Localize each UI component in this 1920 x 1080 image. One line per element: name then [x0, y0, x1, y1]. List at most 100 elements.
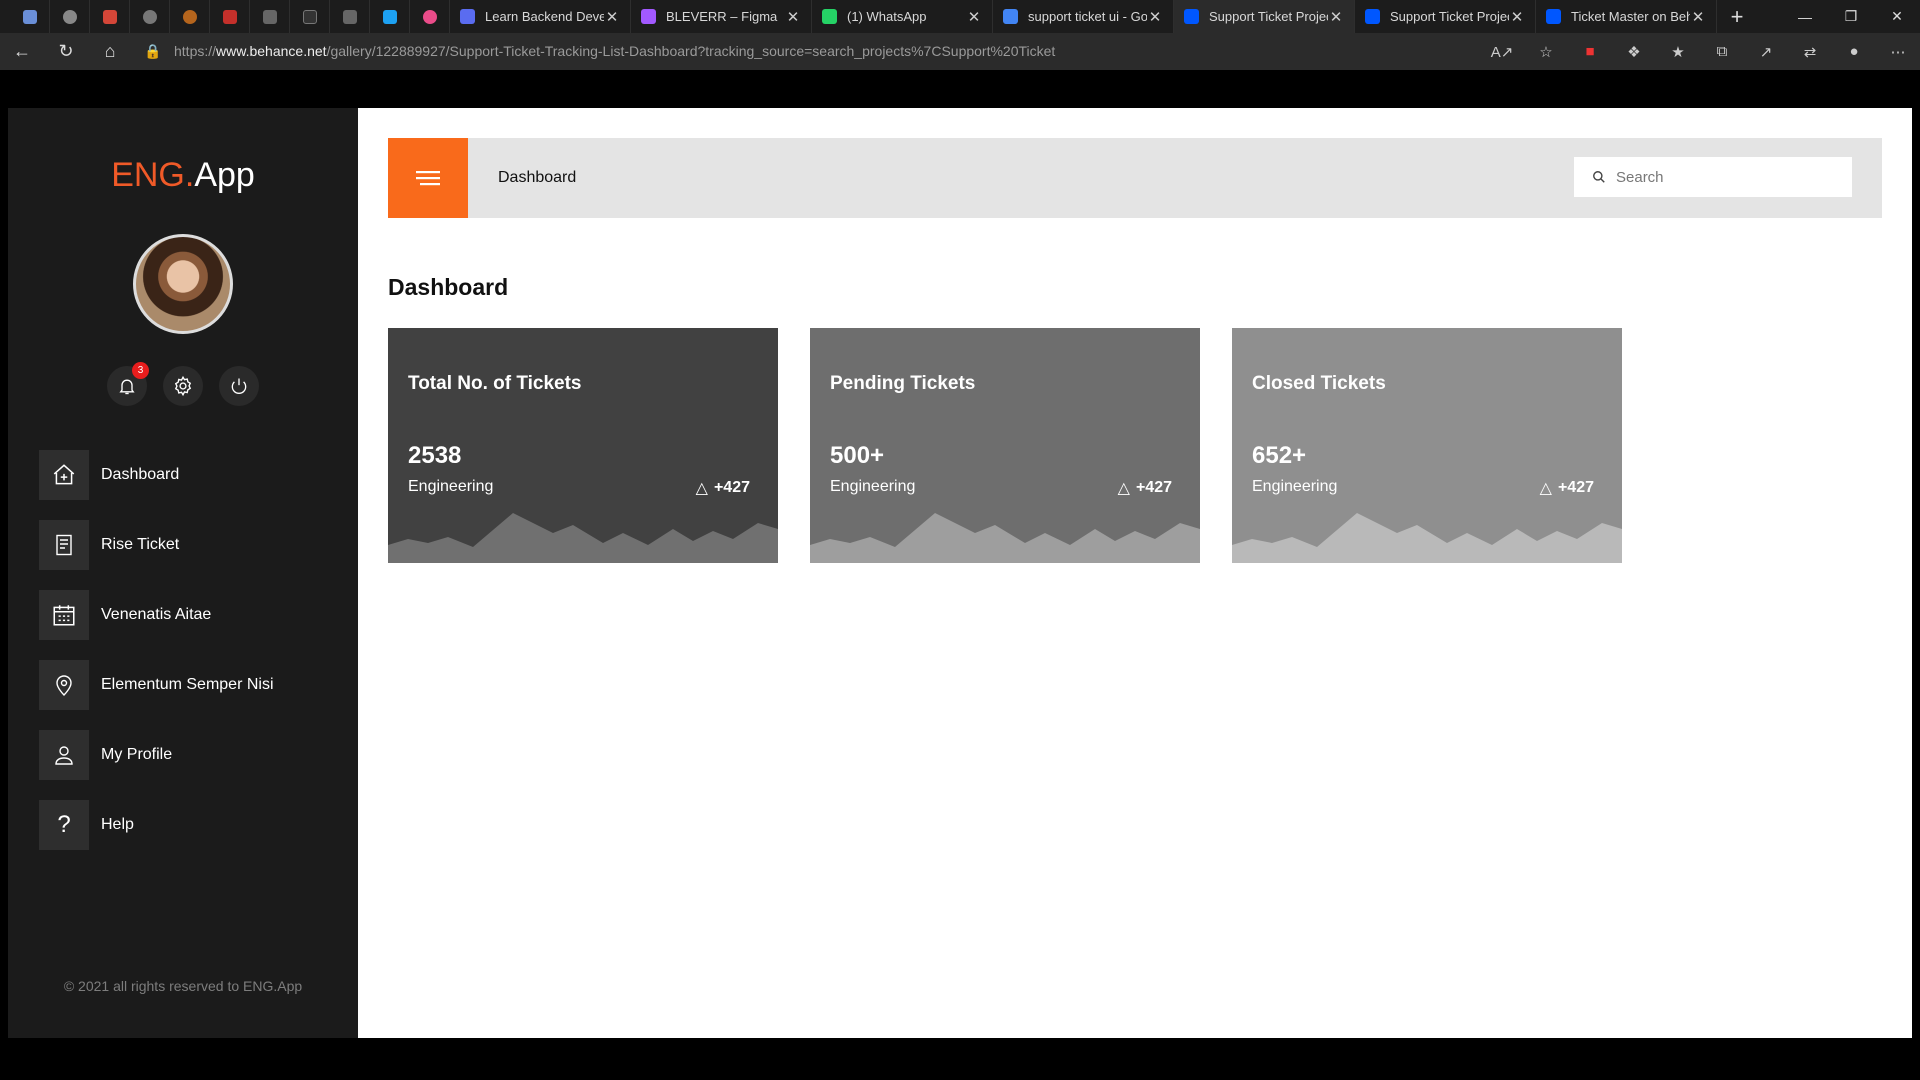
close-tab-icon[interactable]: ✕ [1509, 8, 1525, 26]
notification-button[interactable]: 3 [107, 362, 149, 406]
logo-prefix: ENG. [111, 156, 195, 194]
tab-strip: Learn Backend Develo ✕ BLEVERR – Figma ✕ (1)… [450, 0, 1717, 33]
card-value: 2538 [408, 442, 462, 469]
address-bar-row: ← ↻ ⌂ 🔒 https://www.behance.net/gallery/… [0, 33, 1920, 70]
browser-tab[interactable]: Ticket Master on Beh ✕ [1536, 0, 1717, 33]
copyright-text: © 2021 all rights reserved to ENG.App [63, 978, 303, 994]
browser-tab[interactable]: (1) WhatsApp ✕ [812, 0, 993, 33]
sidebar-item-elementum-semper-nisi[interactable]: Elementum Semper Nisi [39, 660, 274, 710]
pinned-tab[interactable] [410, 0, 450, 33]
sidebar-item-venenatis-aitae[interactable]: Venenatis Aitae [39, 590, 274, 640]
url-field[interactable]: 🔒 https://www.behance.net/gallery/122889… [144, 37, 1544, 65]
sidebar: ENG.App 3 Dashboard Rise Ticket Venenati… [8, 108, 358, 1038]
stat-card-closed-tickets[interactable]: Closed Tickets 652+ Engineering △ +427 [1232, 328, 1622, 563]
tab-title: Ticket Master on Beh [1571, 9, 1690, 24]
close-tab-icon[interactable]: ✕ [1147, 8, 1163, 26]
home-icon [39, 450, 89, 500]
pinned-tab[interactable] [210, 0, 250, 33]
sparkline-wave [810, 513, 1200, 563]
card-title: Pending Tickets [830, 373, 976, 394]
close-tab-icon[interactable]: ✕ [1690, 8, 1706, 26]
read-aloud-icon[interactable]: A↗ [1480, 43, 1524, 61]
header-title: Dashboard [498, 169, 577, 186]
browser-tab[interactable]: support ticket ui - Go ✕ [993, 0, 1174, 33]
triangle-up-icon: △ [695, 480, 708, 497]
restore-button[interactable]: ❐ [1828, 0, 1874, 33]
tab-title: (1) WhatsApp [847, 9, 927, 24]
browser-toolbar: A↗ ☆ ■ ❖ ★ ⧉ ↗ ⇄ ● ⋯ [1480, 33, 1920, 70]
browser-tab[interactable]: Learn Backend Develo ✕ [450, 0, 631, 33]
back-button[interactable]: ← [0, 33, 44, 70]
home-button[interactable]: ⌂ [88, 33, 132, 70]
pinned-tab[interactable] [10, 0, 50, 33]
bell-icon [119, 379, 135, 395]
card-subtitle: Engineering [408, 478, 494, 495]
window-controls: — ❐ ✕ [1782, 0, 1920, 33]
pinned-tab[interactable] [90, 0, 130, 33]
pinned-tab[interactable] [250, 0, 290, 33]
settings-button[interactable] [163, 366, 203, 406]
close-tab-icon[interactable]: ✕ [785, 8, 801, 26]
pinned-tab[interactable] [330, 0, 370, 33]
favicon-icon [822, 9, 837, 24]
sidebar-item-label: Rise Ticket [101, 536, 180, 553]
card-value: 500+ [830, 442, 885, 469]
location-icon [39, 660, 89, 710]
favicon-icon [1546, 9, 1561, 24]
extension-icon[interactable]: ■ [1568, 43, 1612, 60]
stat-card-pending-tickets[interactable]: Pending Tickets 500+ Engineering △ +427 [810, 328, 1200, 563]
close-tab-icon[interactable]: ✕ [604, 8, 620, 26]
browser-tab[interactable]: Support Ticket Projec ✕ [1174, 0, 1355, 33]
calendar-icon [39, 590, 89, 640]
logout-button[interactable] [219, 366, 259, 406]
app-logo[interactable]: ENG.App [8, 156, 358, 195]
search-input[interactable] [1616, 168, 1836, 186]
gear-icon [174, 375, 192, 397]
pinned-tab[interactable] [50, 0, 90, 33]
sidebar-item-my-profile[interactable]: My Profile [39, 730, 274, 780]
new-tab-button[interactable]: + [1717, 4, 1757, 30]
more-menu-icon[interactable]: ⋯ [1876, 43, 1920, 61]
triangle-up-icon: △ [1539, 480, 1552, 497]
close-window-button[interactable]: ✕ [1874, 0, 1920, 33]
sidebar-item-help[interactable]: ? Help [39, 800, 274, 850]
card-value: 652+ [1252, 442, 1307, 469]
sparkline-wave [1232, 513, 1622, 563]
favicon-icon [1365, 9, 1380, 24]
notification-badge: 3 [132, 362, 149, 379]
url-domain: www.behance.net [216, 43, 327, 59]
stat-card-total-tickets[interactable]: Total No. of Tickets 2538 Engineering △ +… [388, 328, 778, 563]
pinned-tab[interactable] [130, 0, 170, 33]
sync-icon[interactable]: ⇄ [1788, 43, 1832, 61]
menu-toggle-button[interactable] [388, 138, 468, 218]
user-icon [39, 730, 89, 780]
profile-avatar-icon[interactable]: ● [1832, 43, 1876, 60]
tab-title: Support Ticket Projec [1209, 9, 1328, 24]
browser-tab[interactable]: BLEVERR – Figma ✕ [631, 0, 812, 33]
minimize-button[interactable]: — [1782, 0, 1828, 33]
avatar[interactable] [133, 234, 233, 334]
extensions-icon[interactable]: ❖ [1612, 43, 1656, 61]
refresh-button[interactable]: ↻ [44, 33, 88, 70]
search-box [1574, 157, 1852, 197]
search-icon [1593, 171, 1605, 183]
close-tab-icon[interactable]: ✕ [966, 8, 982, 26]
pinned-tab[interactable] [170, 0, 210, 33]
pinned-tab[interactable] [370, 0, 410, 33]
collections-icon[interactable]: ⧉ [1700, 43, 1744, 60]
favorites-icon[interactable]: ★ [1656, 43, 1700, 61]
pinned-tab[interactable] [290, 0, 330, 33]
app-frame: ENG.App 3 Dashboard Rise Ticket Venenati… [8, 108, 1912, 1038]
share-icon[interactable]: ↗ [1744, 43, 1788, 61]
hamburger-icon [416, 171, 440, 186]
sidebar-item-dashboard[interactable]: Dashboard [39, 450, 274, 500]
favorite-add-icon[interactable]: ☆ [1524, 43, 1568, 61]
tab-title: Support Ticket Projec [1390, 9, 1509, 24]
main-content: Dashboard Dashboard Total No. of Tickets… [358, 108, 1912, 1038]
top-header: Dashboard [388, 138, 1882, 218]
close-tab-icon[interactable]: ✕ [1328, 8, 1344, 26]
sparkline-wave [388, 513, 778, 563]
card-title: Total No. of Tickets [408, 373, 582, 394]
browser-tab[interactable]: Support Ticket Projec ✕ [1355, 0, 1536, 33]
sidebar-item-rise-ticket[interactable]: Rise Ticket [39, 520, 274, 570]
